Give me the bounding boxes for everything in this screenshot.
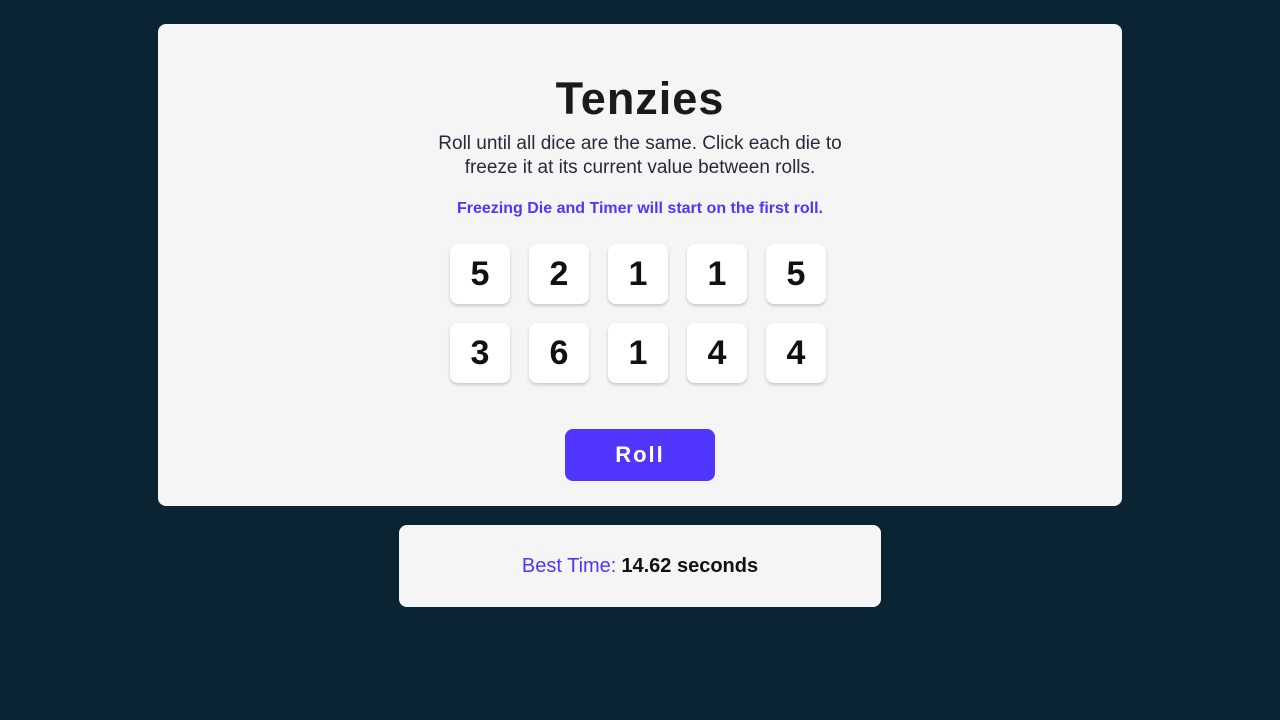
roll-button[interactable]: Roll [565, 429, 715, 481]
die-3[interactable]: 1 [608, 244, 668, 304]
best-time-label: Best Time: [521, 554, 617, 577]
die-1[interactable]: 5 [450, 244, 510, 304]
die-10[interactable]: 4 [766, 323, 826, 383]
die-4[interactable]: 1 [687, 244, 747, 304]
die-9[interactable]: 4 [687, 323, 747, 383]
die-2[interactable]: 2 [529, 244, 589, 304]
die-5[interactable]: 5 [766, 244, 826, 304]
die-7[interactable]: 6 [529, 323, 589, 383]
page-title: Tenzies [555, 73, 725, 124]
best-time-card: Best Time: 14.62 seconds [399, 525, 881, 607]
best-time-value: 14.62 seconds [621, 554, 759, 577]
die-8[interactable]: 1 [608, 323, 668, 383]
instructions-text: Roll until all dice are the same. Click … [438, 133, 842, 178]
game-card: Tenzies Roll until all dice are the same… [158, 24, 1122, 506]
hint-text: Freezing Die and Timer will start on the… [457, 200, 823, 217]
dice-grid: 5 2 1 1 5 3 6 1 4 4 [450, 244, 826, 383]
die-6[interactable]: 3 [450, 323, 510, 383]
